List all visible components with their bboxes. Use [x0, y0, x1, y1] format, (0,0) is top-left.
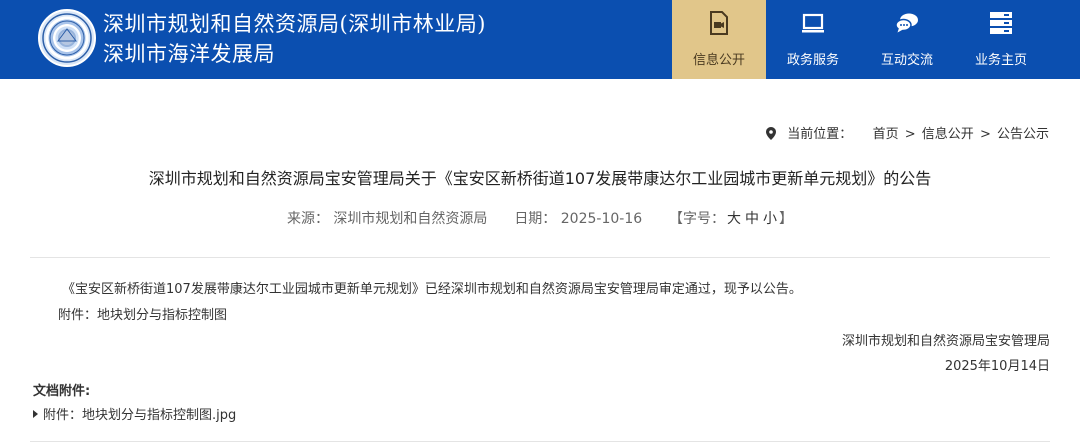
- location-pin-icon: [766, 127, 777, 140]
- municipal-seal-logo[interactable]: [38, 9, 96, 67]
- triangle-bullet-icon: [33, 410, 38, 418]
- attachment-file-link[interactable]: 附件：地块划分与指标控制图.jpg: [33, 404, 236, 423]
- nav-tab-interaction[interactable]: 互动交流: [860, 0, 954, 79]
- nav-tab-government-services[interactable]: 政务服务: [766, 0, 860, 79]
- document-attachments-heading: 文档附件:: [33, 384, 91, 399]
- font-size-prefix: 【字号：: [669, 211, 726, 227]
- org-name-primary: 深圳市规划和自然资源局(深圳市林业局): [103, 12, 486, 36]
- monitor-icon: [802, 13, 824, 33]
- article-body: 《宝安区新桥街道107发展带康达尔工业园城市更新单元规划》已经深圳市规划和自然资…: [62, 282, 802, 297]
- breadcrumb-separator: >: [979, 127, 991, 142]
- org-name-secondary: 深圳市海洋发展局: [103, 42, 275, 66]
- nav-tab-label: 政务服务: [786, 53, 839, 68]
- breadcrumb-announcements[interactable]: 公告公示: [997, 127, 1049, 142]
- source-value: 深圳市规划和自然资源局: [333, 211, 488, 227]
- breadcrumb: 当前位置： 首页 > 信息公开 > 公告公示: [766, 123, 1050, 142]
- font-size-medium-button[interactable]: 中: [745, 211, 759, 227]
- attachment-file-name: 附件：地块划分与指标控制图.jpg: [43, 408, 237, 423]
- nav-tab-business-home[interactable]: 业务主页: [954, 0, 1048, 79]
- nav-tab-label: 业务主页: [974, 53, 1027, 68]
- article-meta: 来源： 深圳市规划和自然资源局 日期： 2025-10-16 【字号：大中小】: [0, 208, 1080, 228]
- article-attachment-mention: 附件：地块划分与指标控制图: [58, 308, 228, 323]
- chat-bubble-icon: [895, 13, 918, 33]
- divider: [30, 441, 1050, 442]
- font-size-suffix: 】: [779, 211, 794, 227]
- font-size-small-button[interactable]: 小: [763, 211, 777, 227]
- signature-organization: 深圳市规划和自然资源局宝安管理局: [841, 334, 1050, 349]
- signature-date: 2025年10月14日: [944, 359, 1050, 374]
- breadcrumb-info-disclosure[interactable]: 信息公开: [922, 127, 974, 142]
- source-label: 来源：: [286, 211, 329, 227]
- server-icon: [990, 12, 1012, 34]
- article-title: 深圳市规划和自然资源局宝安管理局关于《宝安区新桥街道107发展带康达尔工业园城市…: [148, 169, 932, 188]
- breadcrumb-prefix: 当前位置：: [787, 127, 853, 142]
- divider: [30, 257, 1050, 258]
- nav-tab-info-disclosure[interactable]: 信息公开: [672, 0, 766, 79]
- font-size-large-button[interactable]: 大: [727, 211, 741, 227]
- breadcrumb-separator: >: [904, 127, 916, 142]
- site-header: 深圳市规划和自然资源局(深圳市林业局) 深圳市海洋发展局 信息公开 政务服务 互…: [0, 0, 1080, 79]
- video-file-icon: [710, 11, 728, 35]
- nav-tab-label: 互动交流: [880, 53, 933, 68]
- date-label: 日期：: [514, 211, 557, 227]
- nav-tab-label: 信息公开: [692, 53, 745, 68]
- date-value: 2025-10-16: [560, 211, 643, 227]
- breadcrumb-home[interactable]: 首页: [873, 127, 899, 142]
